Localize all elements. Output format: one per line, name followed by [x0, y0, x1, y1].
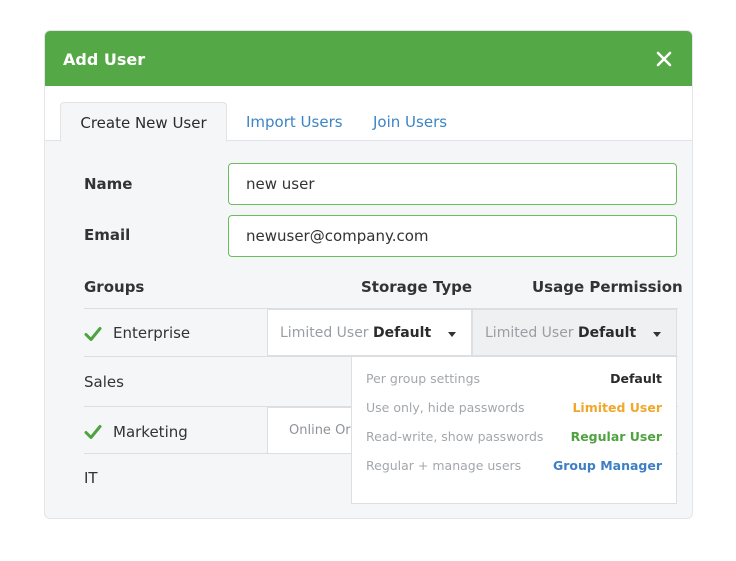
tab-bar: Create New User Import Users Join Users [45, 86, 692, 142]
usage-permission-header: Usage Permission [532, 278, 683, 296]
option-description: Per group settings [366, 371, 481, 386]
tab-join-users[interactable]: Join Users [373, 102, 447, 142]
storage-type-dropdown[interactable]: Online Or [267, 407, 357, 454]
usage-permission-menu: Per group settings Default Use only, hid… [351, 356, 677, 504]
tab-import-users[interactable]: Import Users [246, 102, 343, 142]
group-it[interactable]: IT [84, 469, 98, 487]
chevron-down-icon [653, 332, 661, 337]
option-value: Regular User [570, 429, 662, 444]
name-label: Name [84, 175, 133, 193]
storage-type-value: Limited User Default [280, 325, 432, 341]
add-user-dialog: Add User Create New User Import Users Jo… [44, 30, 693, 519]
option-value: Limited User [572, 400, 662, 415]
email-field[interactable]: newuser@company.com [228, 215, 677, 257]
option-value: Default [610, 371, 662, 386]
close-icon[interactable] [650, 45, 678, 73]
menu-option-default[interactable]: Per group settings Default [352, 365, 676, 394]
email-label: Email [84, 226, 131, 244]
group-marketing[interactable]: Marketing [113, 423, 188, 441]
usage-permission-value: Limited User Default [485, 325, 637, 341]
dialog-header: Add User [45, 31, 692, 86]
option-value: Group Manager [552, 458, 662, 473]
groups-header: Groups [84, 278, 145, 296]
option-description: Read-write, show passwords [366, 429, 544, 444]
checkmark-icon[interactable] [84, 424, 102, 440]
menu-option-regular-user[interactable]: Read-write, show passwords Regular User [352, 423, 676, 452]
menu-option-group-manager[interactable]: Regular + manage users Group Manager [352, 452, 676, 481]
dialog-title: Add User [63, 50, 146, 69]
checkmark-icon[interactable] [84, 326, 102, 342]
group-enterprise[interactable]: Enterprise [113, 324, 190, 342]
storage-type-dropdown[interactable]: Limited User Default [267, 309, 472, 356]
tab-create-new-user[interactable]: Create New User [60, 102, 227, 142]
usage-permission-dropdown[interactable]: Limited User Default [472, 309, 677, 356]
option-description: Regular + manage users [366, 458, 522, 473]
name-field[interactable]: new user [228, 163, 677, 205]
chevron-down-icon [448, 332, 456, 337]
menu-option-limited-user[interactable]: Use only, hide passwords Limited User [352, 394, 676, 423]
option-description: Use only, hide passwords [366, 400, 525, 415]
storage-type-header: Storage Type [361, 278, 473, 296]
storage-type-value: Online Or [289, 423, 351, 438]
group-sales[interactable]: Sales [84, 373, 124, 391]
